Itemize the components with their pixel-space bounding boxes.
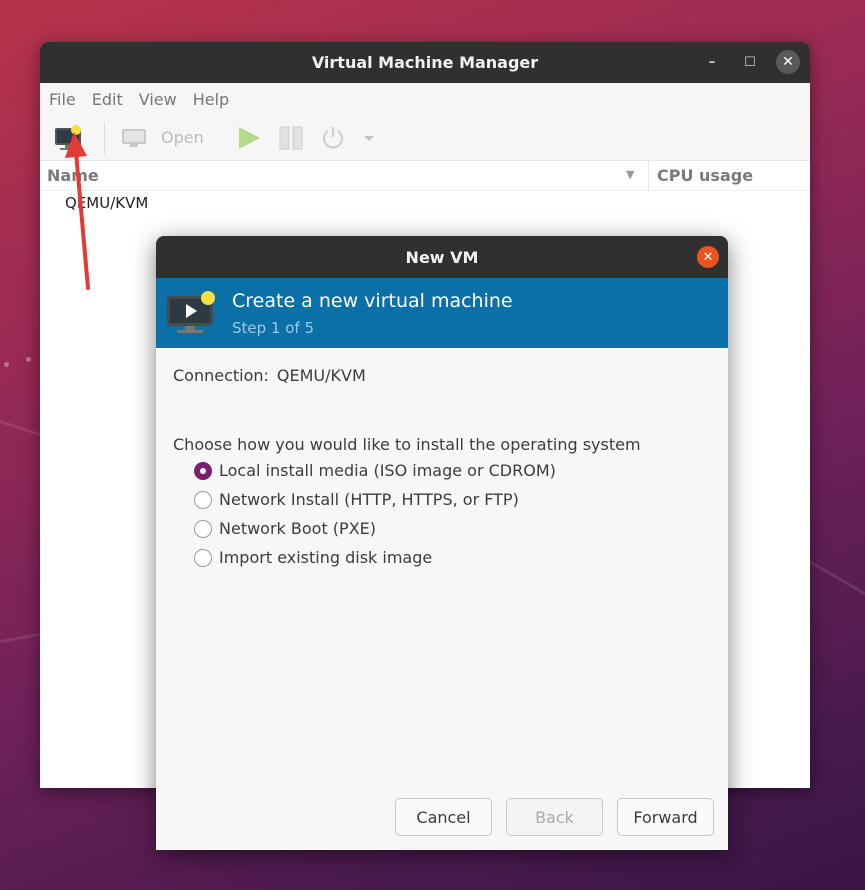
dialog-footer: Cancel Back Forward [395,798,714,836]
option-local-media[interactable]: Local install media (ISO image or CDROM) [194,456,711,485]
radio-local-media[interactable] [194,461,212,480]
cancel-button[interactable]: Cancel [395,798,492,836]
close-icon[interactable]: ✕ [697,246,719,268]
toolbar: Open [40,115,810,161]
banner-title: Create a new virtual machine [232,289,513,312]
column-divider [648,161,649,191]
main-window-title: Virtual Machine Manager [311,53,539,72]
menu-help[interactable]: Help [193,90,229,109]
menu-edit[interactable]: Edit [92,90,123,109]
option-network-install[interactable]: Network Install (HTTP, HTTPS, or FTP) [194,485,711,514]
wallpaper-dot [26,357,31,362]
install-options: Local install media (ISO image or CDROM)… [173,456,711,572]
back-button[interactable]: Back [506,798,603,836]
open-label: Open [161,128,204,147]
option-import-disk[interactable]: Import existing disk image [194,543,711,572]
pause-button[interactable] [278,125,304,151]
maximize-icon[interactable]: ☐ [738,50,762,74]
open-button[interactable]: Open [121,126,204,150]
install-prompt: Choose how you would like to install the… [173,435,641,454]
menu-view[interactable]: View [139,90,177,109]
banner-step: Step 1 of 5 [232,318,315,337]
minimize-icon[interactable]: – [700,50,724,74]
wizard-banner: Create a new virtual machine Step 1 of 5 [156,278,728,348]
connection-label: Connection: [173,366,269,385]
vm-monitor-icon [167,291,215,333]
option-label: Import existing disk image [219,548,433,567]
close-icon[interactable]: ✕ [776,50,800,74]
option-label: Network Install (HTTP, HTTPS, or FTP) [219,490,519,509]
dialog-body: Connection: QEMU/KVM Choose how you woul… [156,348,728,590]
pause-icon [279,126,303,149]
dropdown-arrow-icon [363,135,374,141]
dialog-title: New VM [405,247,479,267]
window-controls: – ☐ ✕ [700,50,800,74]
radio-network-install[interactable] [194,490,212,509]
main-title-bar[interactable]: Virtual Machine Manager – ☐ ✕ [40,42,810,83]
play-icon [238,126,260,149]
radio-import-disk[interactable] [194,548,212,567]
new-vm-dialog: New VM ✕ Create a new virtual machine St… [156,236,728,850]
vm-list-header: Name ▼ CPU usage [40,161,810,191]
shutdown-button[interactable] [320,125,346,151]
power-icon [322,126,343,148]
menu-file[interactable]: File [49,90,76,109]
annotation-arrow [65,132,90,290]
run-button[interactable] [236,125,262,151]
sort-arrow-icon[interactable]: ▼ [626,168,634,181]
option-network-boot[interactable]: Network Boot (PXE) [194,514,711,543]
column-cpu-usage[interactable]: CPU usage [657,166,753,185]
connection-line: Connection: QEMU/KVM [173,366,711,385]
option-label: Local install media (ISO image or CDROM) [219,461,556,480]
shutdown-menu-button[interactable] [362,133,376,143]
wallpaper-dot [4,362,9,367]
menu-bar: File Edit View Help [40,83,810,115]
connection-value: QEMU/KVM [276,366,366,385]
forward-button[interactable]: Forward [617,798,714,836]
monitor-icon [122,128,146,147]
dialog-title-bar[interactable]: New VM ✕ [156,236,728,278]
radio-network-boot[interactable] [194,519,212,538]
option-label: Network Boot (PXE) [219,519,377,538]
banner-text: Create a new virtual machine Step 1 of 5 [232,290,513,337]
toolbar-separator [104,121,105,154]
